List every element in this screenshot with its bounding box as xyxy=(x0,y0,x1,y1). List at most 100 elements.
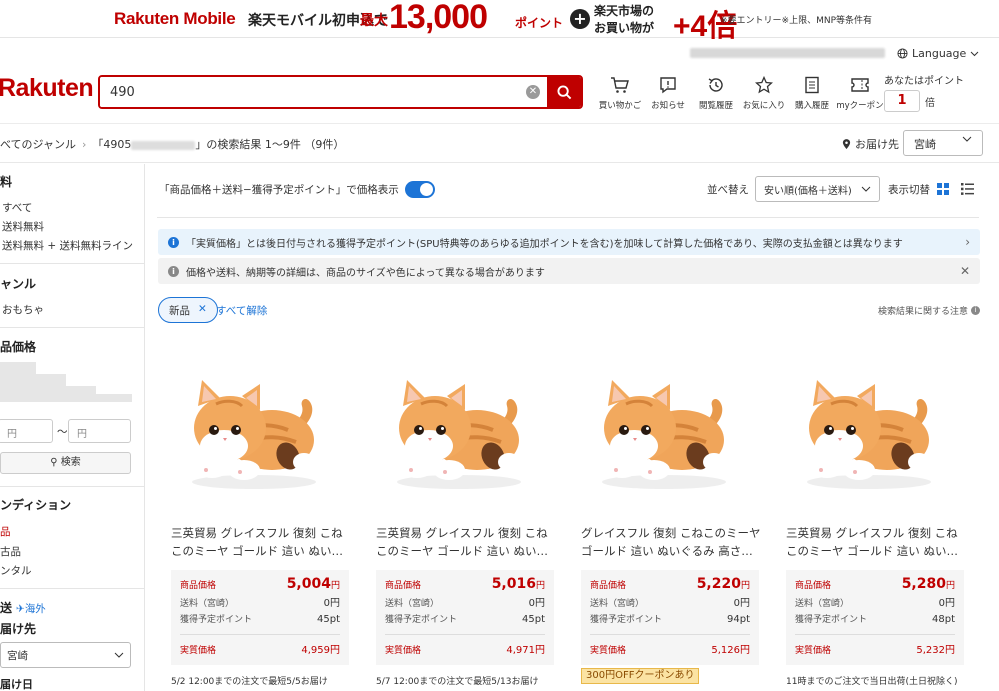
cart-label: 買い物かご xyxy=(598,101,642,111)
user-info-blurred xyxy=(690,48,885,58)
price-max-input[interactable]: 円 xyxy=(68,419,131,443)
price-range-separator: ～ xyxy=(57,426,68,438)
shipping-option-free-line[interactable]: 送料無料 + 送料無料ライン xyxy=(2,238,133,253)
shipping-value: 0円 xyxy=(528,598,545,609)
genre-filter-title: ャンル xyxy=(0,277,37,291)
rakuten-logo[interactable]: Rakuten xyxy=(0,74,94,103)
point-multiplier[interactable]: あなたはポイント 1 倍 xyxy=(884,72,964,112)
search-input[interactable] xyxy=(100,77,519,107)
price-box: 商品価格 5,016円 送料（宮崎） 0円 獲得予定ポイント 45pt 実質価格 4,971円 xyxy=(376,570,554,665)
real-price-value: 5,232円 xyxy=(916,645,955,656)
notification-button[interactable]: お知らせ xyxy=(644,74,692,111)
promo-banner[interactable]: Rakuten Mobile 楽天モバイル初申込で 最大 13,000 ポイント… xyxy=(0,0,999,43)
clear-search-button[interactable]: ✕ xyxy=(519,77,547,107)
product-image[interactable] xyxy=(586,344,736,499)
genre-option-toys[interactable]: おもちゃ xyxy=(2,302,44,317)
real-price-value: 4,959円 xyxy=(301,645,340,656)
shipping-filter-title: 料 xyxy=(0,175,13,189)
shipping-label: 送料（宮崎） xyxy=(590,599,645,609)
condition-option-used[interactable]: 古品 xyxy=(0,544,21,559)
overseas-option[interactable]: ✈海外 xyxy=(16,601,46,616)
price-box: 商品価格 5,220円 送料（宮崎） 0円 獲得予定ポイント 94pt 実質価格 5,126円 xyxy=(581,570,759,665)
detail-notice-text: 価格や送料、納期等の詳細は、商品のサイズや色によって異なる場合があります xyxy=(186,267,545,279)
info-icon: i xyxy=(168,265,179,277)
search-button[interactable] xyxy=(547,77,581,107)
condition-option-new[interactable]: 品 xyxy=(0,524,11,539)
points-value: 48pt xyxy=(932,614,955,625)
product-name[interactable]: グレイスフル 復刻 こねこのミーヤ ゴールド 這い ぬいぐるみ 高さ… xyxy=(581,524,761,562)
real-price-notice[interactable]: i 「実質価格」とは後日付与される獲得予定ポイント(SPU特典等のあらゆる追加ポ… xyxy=(158,229,980,255)
star-icon xyxy=(755,76,773,94)
grid-view-icon[interactable] xyxy=(937,183,949,195)
coupon-button[interactable]: myクーポン xyxy=(836,74,884,111)
query-blurred xyxy=(131,140,196,150)
real-price-notice-text: 「実質価格」とは後日付与される獲得予定ポイント(SPU特典等のあらゆる追加ポイン… xyxy=(186,238,903,250)
sort-select[interactable]: 安い順(価格＋送料) xyxy=(755,176,880,202)
product-card[interactable]: 三英貿易 グレイスフル 復刻 こねこのミーヤ ゴールド 這い ぬい… 商品価格 5,… xyxy=(774,334,964,691)
divider xyxy=(385,634,545,635)
close-notice-button[interactable]: ✕ xyxy=(960,264,970,278)
condition-option-rental[interactable]: ンタル xyxy=(0,563,32,578)
divider xyxy=(0,327,145,328)
product-card[interactable]: グレイスフル 復刻 こねこのミーヤ ゴールド 這い ぬいぐるみ 高さ… 商品価格 5… xyxy=(569,334,761,691)
breadcrumb: べてのジャンル › 「4905 」の検索結果 1～9件 （9件） xyxy=(0,136,344,152)
point-multiplier-value: 1 xyxy=(884,90,920,112)
shipping-option-all[interactable]: すべて xyxy=(2,200,32,215)
shipping-value: 0円 xyxy=(323,598,340,609)
product-image[interactable] xyxy=(176,344,326,499)
search-notice-link[interactable]: 検索結果に関する注意 i xyxy=(878,304,981,317)
product-card[interactable]: 三英貿易 グレイスフル 復刻 こねこのミーヤ ゴールド 這い ぬい… 商品価格 5,… xyxy=(364,334,554,691)
language-label: Language xyxy=(912,47,967,60)
product-image[interactable] xyxy=(381,344,531,499)
search-icon xyxy=(556,84,571,99)
product-name[interactable]: 三英貿易 グレイスフル 復刻 こねこのミーヤ ゴールド 這い ぬい… xyxy=(376,524,556,562)
sidebar-deliver-select[interactable]: 宮崎 xyxy=(0,642,131,668)
info-icon: i xyxy=(168,236,179,248)
favorites-button[interactable]: お気に入り xyxy=(740,74,788,111)
real-price-label: 実質価格 xyxy=(385,646,422,656)
real-price-label: 実質価格 xyxy=(795,646,832,656)
list-view-icon[interactable] xyxy=(961,183,974,195)
coupon-badge[interactable]: 300円OFFクーポンあり xyxy=(581,668,700,684)
product-image[interactable] xyxy=(791,344,941,499)
purchase-history-button[interactable]: 購入履歴 xyxy=(788,74,836,111)
yen-unit: 円 xyxy=(330,581,340,591)
product-card[interactable]: 三英貿易 グレイスフル 復刻 こねこのミーヤ ゴールド 這い ぬい… 商品価格 5,… xyxy=(159,334,349,691)
product-price: 5,220円 xyxy=(697,576,750,592)
cart-button[interactable]: 買い物かご xyxy=(596,74,644,111)
header-icons: 買い物かご お知らせ 閲覧履歴 お気に入り 購入履歴 myクーポン xyxy=(596,74,884,111)
banner-ichiba-line1: 楽天市場の xyxy=(594,4,655,18)
history-button[interactable]: 閲覧履歴 xyxy=(692,74,740,111)
globe-icon xyxy=(897,48,908,59)
sort-value: 安い順(価格＋送料) xyxy=(764,186,852,197)
divider xyxy=(0,263,145,264)
product-name[interactable]: 三英貿易 グレイスフル 復刻 こねこのミーヤ ゴールド 這い ぬい… xyxy=(786,524,966,562)
real-price-label: 実質価格 xyxy=(590,646,627,656)
product-price-value: 5,016 xyxy=(491,576,536,592)
language-selector[interactable]: Language xyxy=(897,47,979,60)
price-label: 商品価格 xyxy=(590,581,627,591)
product-price: 5,280円 xyxy=(902,576,955,592)
deliver-select[interactable]: 宮崎 xyxy=(903,130,983,156)
product-name[interactable]: 三英貿易 グレイスフル 復刻 こねこのミーヤ ゴールド 這い ぬい… xyxy=(171,524,351,562)
price-search-button[interactable]: ⚲ 検索 xyxy=(0,452,131,474)
clear-all-filters-link[interactable]: すべて解除 xyxy=(216,303,267,318)
breadcrumb-root[interactable]: べてのジャンル xyxy=(0,136,76,152)
history-icon xyxy=(708,78,723,92)
divider xyxy=(180,634,340,635)
filter-chip-new[interactable]: 新品 ✕ xyxy=(158,297,218,323)
price-min-input[interactable]: 円 xyxy=(0,419,53,443)
points-label: 獲得予定ポイント xyxy=(180,615,253,625)
chevron-down-icon xyxy=(970,51,979,56)
breadcrumb-result: 」の検索結果 1～9件 （9件） xyxy=(195,138,345,151)
shipping-option-free[interactable]: 送料無料 xyxy=(2,219,44,234)
points-label: 獲得予定ポイント xyxy=(795,615,868,625)
notification-label: お知らせ xyxy=(651,101,685,111)
deliver-to-title: 届け先 xyxy=(0,622,37,636)
close-icon[interactable]: ✕ xyxy=(198,303,207,317)
price-display-toggle[interactable] xyxy=(404,181,435,198)
points-label: 獲得予定ポイント xyxy=(385,615,458,625)
chevron-right-icon: › xyxy=(965,235,970,249)
close-icon: ✕ xyxy=(526,85,540,99)
breadcrumb-row: べてのジャンル › 「4905 」の検索結果 1～9件 （9件） お届け先 宮崎 xyxy=(0,125,999,163)
